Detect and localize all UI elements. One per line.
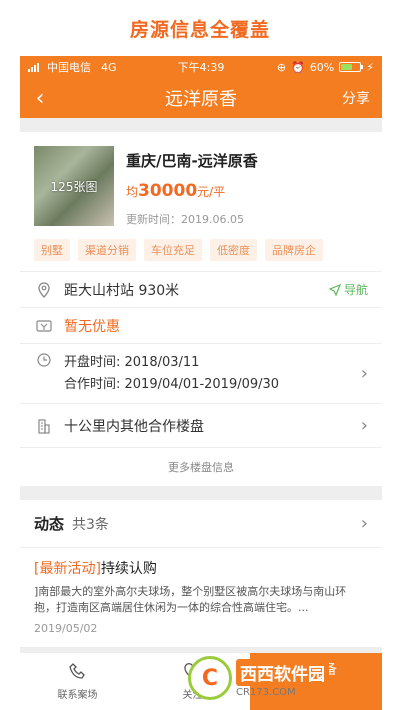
tag: 渠道分销 xyxy=(78,239,136,261)
watermark-logo-icon: C xyxy=(188,656,232,700)
battery-icon xyxy=(339,62,364,72)
coupon-icon xyxy=(34,319,54,332)
update-time: 更新时间：2019.06.05 xyxy=(126,213,244,226)
promo-banner: 房源信息全覆盖 xyxy=(0,0,400,56)
property-photo[interactable]: 125张图 xyxy=(34,146,114,226)
nearby-text: 十公里内其他合作楼盘 xyxy=(64,418,204,435)
clock-icon xyxy=(34,353,54,367)
nav-bar: ‹ 远洋原香 分享 xyxy=(20,78,382,118)
tag: 品牌房企 xyxy=(265,239,323,261)
navigate-arrow-icon xyxy=(328,283,341,296)
navigate-button[interactable]: 导航 xyxy=(328,281,368,298)
location-pin-icon xyxy=(34,281,54,298)
contact-label: 联系案场 xyxy=(57,690,98,701)
news-headline: [最新活动]持续认购 xyxy=(34,558,368,578)
share-button[interactable]: 分享 xyxy=(342,88,382,108)
dynamics-count: 共3条 xyxy=(72,516,109,533)
promo-row: 暂无优惠 xyxy=(20,308,382,344)
building-icon xyxy=(34,418,54,434)
watermark-title: 西西软件园 xyxy=(236,658,329,686)
tag: 车位充足 xyxy=(144,239,202,261)
back-icon[interactable]: ‹ xyxy=(20,86,60,111)
price-prefix: 均 xyxy=(126,185,139,199)
section-divider xyxy=(20,486,382,500)
more-info-link[interactable]: 更多楼盘信息 xyxy=(20,448,382,486)
open-date: 开盘时间: 2018/03/11 xyxy=(64,354,200,370)
navigate-label: 导航 xyxy=(343,283,368,297)
nearby-row[interactable]: 十公里内其他合作楼盘 › xyxy=(20,404,382,448)
price-unit: 元/平 xyxy=(197,185,226,199)
dates-row[interactable]: 开盘时间: 2018/03/11 合作时间: 2019/04/01-2019/0… xyxy=(20,344,382,404)
tag: 低密度 xyxy=(210,239,257,261)
news-body: ]南部最大的室外高尔夫球场，整个别墅区被高尔夫球场与南山环抱，打造南区高端居住休… xyxy=(34,585,347,614)
section-divider xyxy=(20,118,382,132)
news-tag: [最新活动] xyxy=(34,561,101,577)
tag: 别墅 xyxy=(34,239,70,261)
coop-date: 合作时间: 2019/04/01-2019/09/30 xyxy=(64,376,280,392)
tag-list: 别墅 渠道分销 车位充足 低密度 品牌房企 xyxy=(20,235,382,272)
status-time: 下午4:39 xyxy=(177,61,225,74)
property-card[interactable]: 125张图 重庆/巴南-远洋原香 均30000元/平 更新时间：2019.06.… xyxy=(20,132,382,235)
location-row: 距大山村站 930米 导航 xyxy=(20,272,382,308)
status-bar: 中国电信 4G 下午4:39 ⊕ ⏰ 60% ⚡ xyxy=(20,56,382,78)
dynamics-header[interactable]: 动态 共3条 › xyxy=(20,500,382,548)
price-value: 30000 xyxy=(138,181,198,201)
page-title: 远洋原香 xyxy=(165,89,237,110)
banner-title: 房源信息全覆盖 xyxy=(129,18,270,41)
watermark-url: CR173.COM xyxy=(236,686,296,698)
news-item[interactable]: [最新活动]持续认购 ]南部最大的室外高尔夫球场，整个别墅区被高尔夫球场与南山环… xyxy=(20,548,382,647)
phone-icon xyxy=(68,663,85,679)
location-text: 距大山村站 930米 xyxy=(64,282,180,299)
phone-screen: 中国电信 4G 下午4:39 ⊕ ⏰ 60% ⚡ ‹ 远洋原香 分享 125张图… xyxy=(20,56,382,710)
dynamics-title: 动态 xyxy=(34,515,65,533)
chevron-right-icon: › xyxy=(360,415,368,436)
chevron-right-icon: › xyxy=(360,363,368,384)
property-price: 均30000元/平 xyxy=(126,181,258,201)
news-date: 2019/05/02 xyxy=(34,622,98,635)
contact-button[interactable]: 联系案场 xyxy=(20,653,135,710)
news-title: 持续认购 xyxy=(100,561,157,577)
site-watermark: C 西西软件园 CR173.COM xyxy=(188,656,384,700)
promo-text: 暂无优惠 xyxy=(64,318,120,335)
chevron-right-icon: › xyxy=(360,513,368,534)
photo-count: 125张图 xyxy=(50,180,98,194)
property-name: 重庆/巴南-远洋原香 xyxy=(126,152,258,170)
